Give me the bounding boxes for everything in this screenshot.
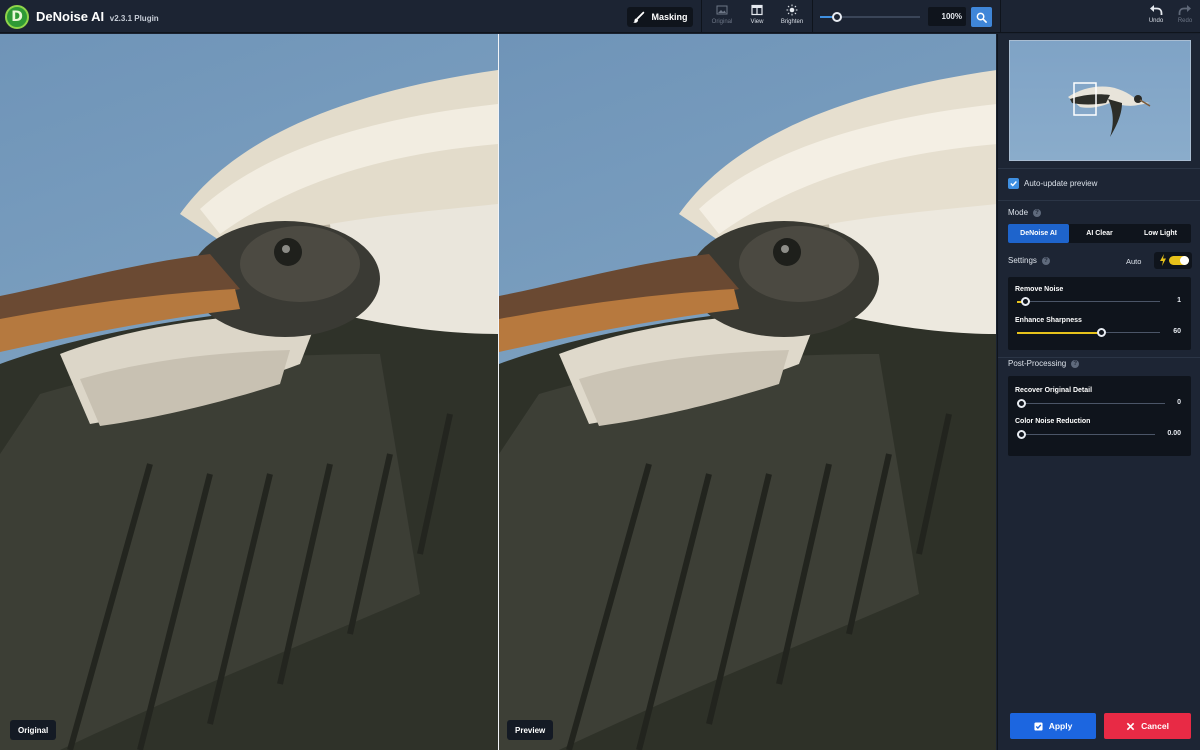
mode-low-light-button[interactable]: Low Light xyxy=(1130,224,1191,243)
post-processing-section-title: Post-Processing ? xyxy=(1008,359,1080,368)
navigator-bird-thumbnail xyxy=(1068,82,1151,137)
remove-noise-track[interactable] xyxy=(1017,301,1160,302)
auto-toggle[interactable] xyxy=(1154,252,1192,269)
close-icon xyxy=(1126,722,1135,730)
bird-photo-preview xyxy=(499,70,996,750)
mode-denoise-ai-button[interactable]: DeNoise AI xyxy=(1008,224,1069,243)
help-icon[interactable]: ? xyxy=(1041,256,1050,265)
view-label: View xyxy=(750,19,764,25)
apply-button[interactable]: Apply xyxy=(1010,713,1096,739)
logo-letter: D xyxy=(11,9,23,25)
redo-label: Redo xyxy=(1177,18,1193,24)
panel-divider xyxy=(998,200,1200,201)
color-noise-label: Color Noise Reduction xyxy=(1015,418,1091,425)
sun-icon xyxy=(786,4,798,16)
navigator-thumbnail[interactable] xyxy=(1009,40,1191,161)
auto-label: Auto xyxy=(1126,257,1142,266)
brighten-label: Brighten xyxy=(780,19,804,25)
app-window: D DeNoise AI v2.3.1 Plugin Masking Origi… xyxy=(0,0,1200,750)
post-processing-title: Post-Processing xyxy=(1008,359,1067,368)
settings-section-title: Settings ? xyxy=(1008,256,1050,265)
zoom-level-field[interactable]: 100% xyxy=(928,7,966,26)
auto-update-checkbox[interactable] xyxy=(1008,178,1019,189)
cancel-button[interactable]: Cancel xyxy=(1104,713,1191,739)
view-split-icon xyxy=(751,4,763,16)
enhance-sharpness-fill xyxy=(1017,332,1102,334)
post-processing-sliders: Recover Original Detail 0 Color Noise Re… xyxy=(1008,376,1191,456)
settings-sliders: Remove Noise 1 Enhance Sharpness 60 xyxy=(1008,277,1191,350)
cancel-label: Cancel xyxy=(1141,721,1169,731)
toolbar-divider xyxy=(701,0,702,33)
enhance-sharpness-value: 60 xyxy=(1173,328,1181,335)
brighten-toggle[interactable]: Brighten xyxy=(774,4,810,30)
toolbar-divider xyxy=(812,0,813,33)
undo-label: Undo xyxy=(1148,18,1164,24)
image-viewer[interactable]: Original Preview xyxy=(0,34,996,750)
mode-ai-clear-button[interactable]: AI Clear xyxy=(1069,224,1130,243)
top-bar: D DeNoise AI v2.3.1 Plugin Masking Origi… xyxy=(0,0,1200,33)
remove-noise-value: 1 xyxy=(1177,297,1181,304)
app-logo: D xyxy=(5,5,29,29)
recover-detail-value: 0 xyxy=(1177,399,1181,406)
auto-update-label: Auto-update preview xyxy=(1024,179,1098,188)
view-toggle[interactable]: View xyxy=(739,4,775,30)
app-name: DeNoise AI xyxy=(36,9,105,24)
undo-icon xyxy=(1150,5,1163,15)
original-label: Original xyxy=(10,720,57,740)
mode-section-title: Mode ? xyxy=(1008,208,1042,217)
color-noise-value: 0.00 xyxy=(1167,430,1181,437)
check-icon xyxy=(1034,721,1043,731)
panel-divider xyxy=(998,168,1200,169)
settings-panel: Auto-update preview Mode ? DeNoise AI AI… xyxy=(997,34,1200,750)
help-icon[interactable]: ? xyxy=(1071,359,1080,368)
brush-icon xyxy=(633,11,645,23)
app-version: v2.3.1 Plugin xyxy=(109,14,159,23)
preview-label: Preview xyxy=(507,720,554,740)
enhance-sharpness-thumb[interactable] xyxy=(1097,328,1106,337)
redo-icon xyxy=(1178,5,1191,15)
image-icon xyxy=(716,5,728,15)
mode-title: Mode xyxy=(1008,208,1029,217)
undo-button[interactable]: Undo xyxy=(1144,4,1168,24)
recover-detail-label: Recover Original Detail xyxy=(1015,387,1093,394)
bolt-icon xyxy=(1160,254,1166,266)
help-icon[interactable]: ? xyxy=(1033,208,1042,217)
redo-button[interactable]: Redo xyxy=(1173,4,1197,24)
auto-update-row[interactable]: Auto-update preview xyxy=(1008,178,1097,189)
remove-noise-label: Remove Noise xyxy=(1015,286,1064,293)
recover-detail-track[interactable] xyxy=(1017,403,1165,404)
preview-pane[interactable]: Preview xyxy=(499,34,996,750)
original-toggle[interactable]: Original xyxy=(704,4,740,30)
enhance-sharpness-label: Enhance Sharpness xyxy=(1015,317,1082,324)
toggle-knob xyxy=(1180,256,1189,265)
settings-title: Settings xyxy=(1008,256,1037,265)
app-title: DeNoise AI v2.3.1 Plugin xyxy=(36,9,159,24)
color-noise-track[interactable] xyxy=(1017,434,1155,435)
panel-divider xyxy=(998,357,1200,358)
original-label: Original xyxy=(711,19,733,25)
masking-label: Masking xyxy=(651,12,688,22)
original-pane[interactable]: Original xyxy=(0,34,498,750)
remove-noise-thumb[interactable] xyxy=(1021,297,1030,306)
mode-selector: DeNoise AI AI Clear Low Light xyxy=(1008,224,1191,243)
zoom-button[interactable] xyxy=(971,7,992,27)
apply-label: Apply xyxy=(1048,721,1073,731)
zoom-slider-thumb[interactable] xyxy=(832,12,842,22)
bird-photo-original xyxy=(0,70,498,750)
color-noise-thumb[interactable] xyxy=(1017,430,1026,439)
check-icon xyxy=(1010,181,1017,187)
masking-button[interactable]: Masking xyxy=(627,7,693,27)
toolbar-divider xyxy=(1000,0,1001,33)
recover-detail-thumb[interactable] xyxy=(1017,399,1026,408)
search-icon xyxy=(976,12,987,23)
